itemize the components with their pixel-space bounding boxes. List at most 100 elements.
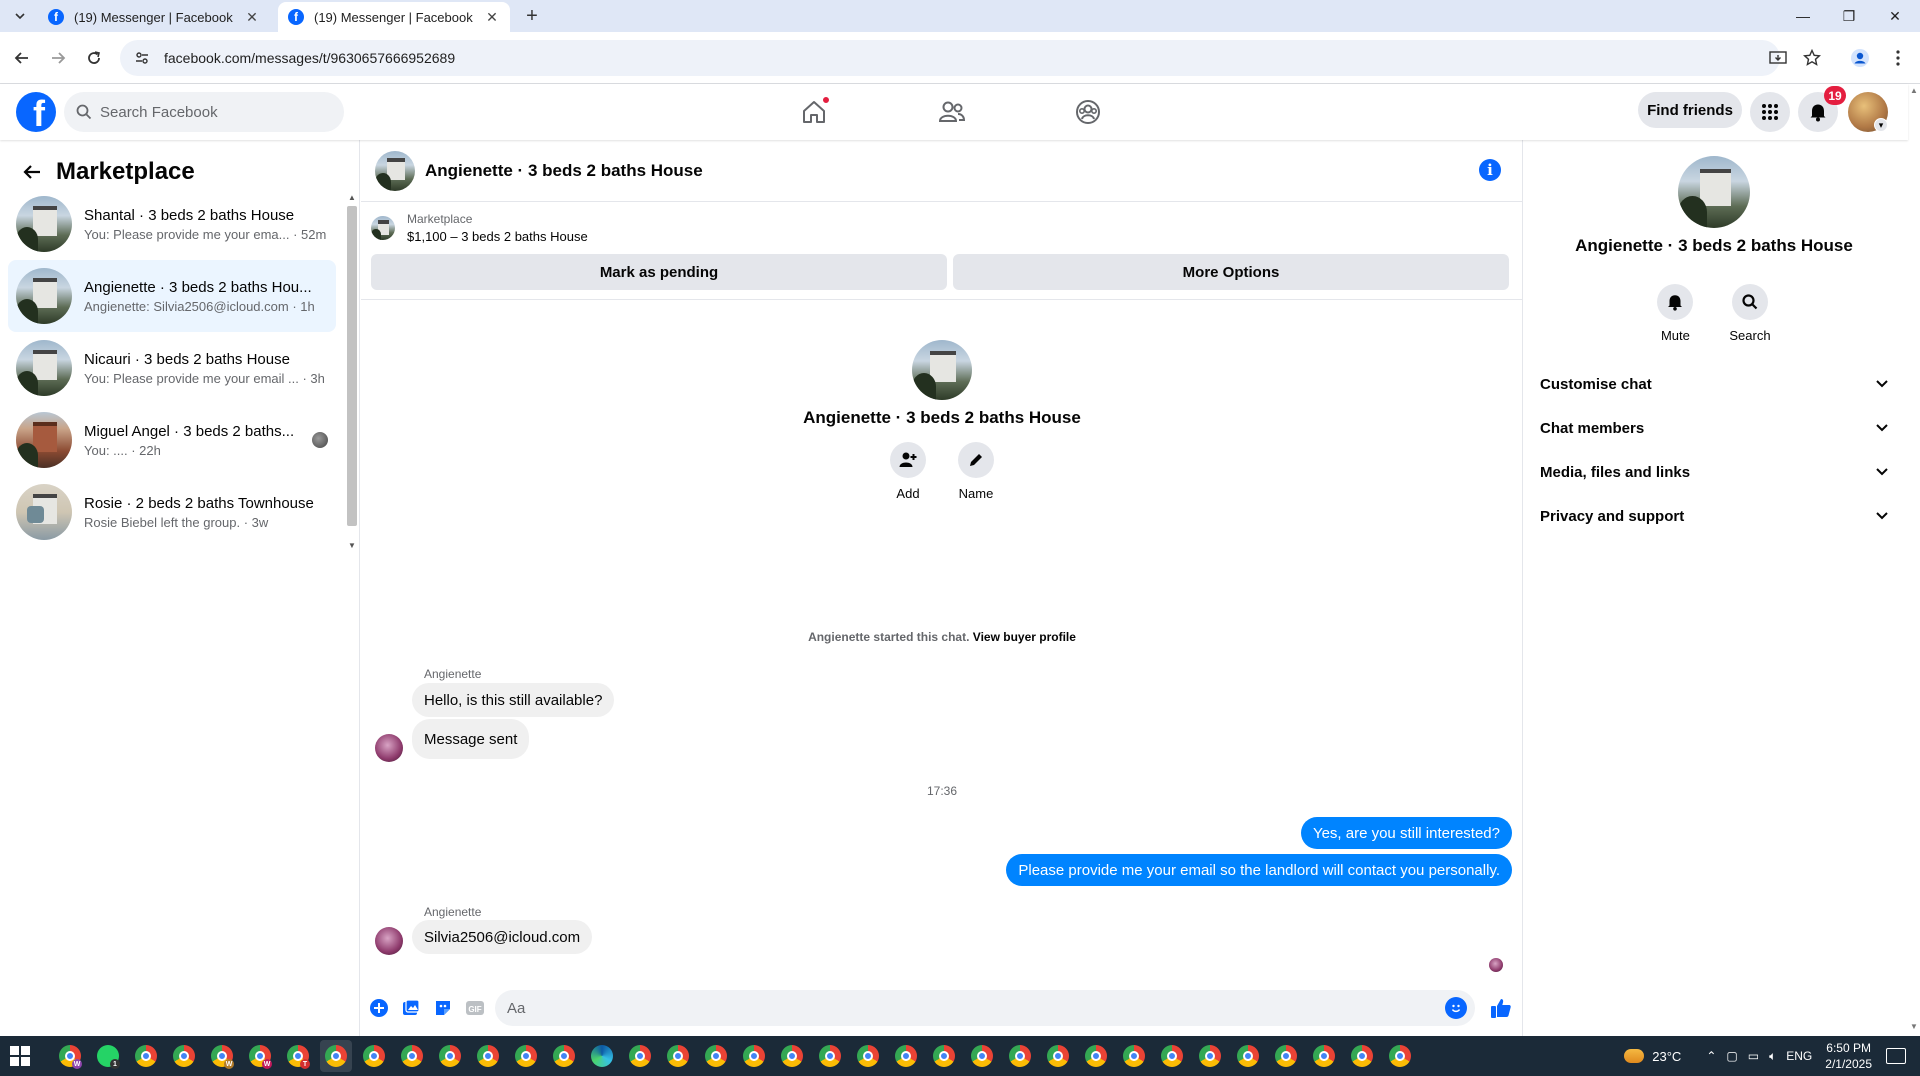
chrome-app-icon-active[interactable] [320,1040,352,1072]
edit-name-button[interactable]: Name [958,442,994,501]
sticker-button[interactable] [431,996,455,1020]
forward-button[interactable] [44,44,72,72]
chat-title[interactable]: Angienette · 3 beds 2 baths House [425,161,703,181]
facebook-search[interactable] [64,92,344,132]
chrome-app-icon[interactable] [738,1040,770,1072]
scroll-up-arrow-icon[interactable]: ▲ [1908,86,1920,95]
close-tab-icon[interactable]: ✕ [484,9,500,25]
customise-chat-section[interactable]: Customise chat [1540,362,1896,406]
incoming-message[interactable]: Silvia2506@icloud.com [412,920,593,954]
chrome-app-icon[interactable] [358,1040,390,1072]
account-menu-chevron-icon[interactable]: ▾ [1874,118,1888,132]
language-indicator[interactable]: ENG [1786,1049,1812,1063]
attach-media-button[interactable] [399,996,423,1020]
chrome-app-icon[interactable] [1194,1040,1226,1072]
outgoing-message[interactable]: Yes, are you still interested? [1300,817,1512,849]
incoming-message[interactable]: Message sent [412,719,530,759]
chrome-app-icon[interactable] [130,1040,162,1072]
message-input-wrap[interactable] [495,990,1475,1026]
chrome-app-icon[interactable] [776,1040,808,1072]
chrome-app-icon[interactable] [1308,1040,1340,1072]
scrollbar-thumb[interactable] [347,206,357,526]
chrome-app-icon[interactable] [1346,1040,1378,1072]
chrome-app-icon[interactable] [852,1040,884,1072]
home-nav-button[interactable] [794,94,834,130]
scroll-up-arrow-icon[interactable]: ▲ [346,192,358,202]
groups-nav-button[interactable] [1068,94,1108,130]
whatsapp-app-icon[interactable]: 1 [92,1040,124,1072]
incoming-message[interactable]: Hello, is this still available? [412,683,615,717]
search-input[interactable] [100,103,320,121]
search-in-chat-button[interactable]: Search [1729,284,1771,343]
chrome-app-icon[interactable] [966,1040,998,1072]
scroll-down-arrow-icon[interactable]: ▼ [346,540,358,550]
conversation-item[interactable]: Miguel Angel · 3 beds 2 baths... You: ..… [8,404,336,476]
edge-app-icon[interactable] [586,1040,618,1072]
conversation-item-selected[interactable]: Angienette · 3 beds 2 baths Hou... Angie… [8,260,336,332]
sender-avatar[interactable] [375,734,403,762]
volume-icon[interactable]: 🔈︎ [1769,1049,1776,1064]
mute-button[interactable]: Mute [1657,284,1694,343]
message-input[interactable] [507,999,1407,1017]
view-buyer-profile-link[interactable]: View buyer profile [973,630,1076,644]
site-info-icon[interactable] [134,50,150,66]
conversation-item[interactable]: Rosie · 2 beds 2 baths Townhouse Rosie B… [8,476,336,548]
chrome-app-icon[interactable]: W [206,1040,238,1072]
browser-profile-icon[interactable] [1846,44,1874,72]
conversation-item[interactable]: Shantal · 3 beds 2 baths House You: Plea… [8,188,336,260]
chat-members-section[interactable]: Chat members [1540,406,1896,450]
chrome-app-icon[interactable]: W [244,1040,276,1072]
chrome-app-icon[interactable] [928,1040,960,1072]
like-button[interactable] [1489,996,1513,1020]
weather-widget[interactable]: 23°C [1624,1049,1681,1064]
chrome-app-icon[interactable] [1384,1040,1416,1072]
notifications-button[interactable]: 19 [1798,86,1846,132]
new-tab-button[interactable]: + [520,4,544,28]
more-options-button[interactable]: More Options [953,254,1509,290]
chrome-app-icon[interactable] [890,1040,922,1072]
chrome-app-icon[interactable] [700,1040,732,1072]
find-friends-button[interactable]: Find friends [1638,92,1742,128]
install-app-icon[interactable] [1764,44,1792,72]
menu-grid-button[interactable] [1750,92,1790,132]
browser-tab[interactable]: f (19) Messenger | Facebook ✕ [38,2,270,32]
chrome-app-icon[interactable]: W [54,1040,86,1072]
chrome-app-icon[interactable] [548,1040,580,1072]
browser-menu-icon[interactable] [1884,44,1912,72]
chrome-app-icon[interactable] [168,1040,200,1072]
sender-avatar[interactable] [375,927,403,955]
scroll-down-arrow-icon[interactable]: ▼ [1908,1022,1920,1031]
close-window-button[interactable]: ✕ [1872,0,1918,32]
meet-now-icon[interactable]: ▢ [1726,1049,1737,1063]
outgoing-message[interactable]: Please provide me your email so the land… [1006,854,1512,886]
more-actions-button[interactable] [367,996,391,1020]
chrome-app-icon[interactable] [510,1040,542,1072]
chrome-app-icon[interactable]: T [282,1040,314,1072]
back-button[interactable] [8,44,36,72]
chrome-app-icon[interactable] [472,1040,504,1072]
conversation-item[interactable]: Nicauri · 3 beds 2 baths House You: Plea… [8,332,336,404]
emoji-icon[interactable] [1445,997,1467,1019]
chrome-app-icon[interactable] [1156,1040,1188,1072]
friends-nav-button[interactable] [932,94,972,130]
page-scrollbar[interactable]: ▲ ▼ [1908,84,1920,1036]
media-files-links-section[interactable]: Media, files and links [1540,450,1896,494]
windows-start-icon[interactable] [10,1046,30,1066]
chrome-app-icon[interactable] [1080,1040,1112,1072]
clock[interactable]: 6:50 PM 2/1/2025 [1825,1040,1872,1072]
gif-button[interactable]: GIF [463,996,487,1020]
sidebar-scrollbar[interactable]: ▲ ▼ [344,192,358,552]
info-icon[interactable]: i [1479,159,1501,181]
mark-pending-button[interactable]: Mark as pending [371,254,947,290]
chrome-app-icon[interactable] [814,1040,846,1072]
chevron-up-icon[interactable]: ⌃ [1706,1049,1716,1063]
close-tab-icon[interactable]: ✕ [244,9,260,25]
chrome-app-icon[interactable] [434,1040,466,1072]
notification-center-icon[interactable] [1886,1048,1906,1064]
chrome-app-icon[interactable] [662,1040,694,1072]
chrome-app-icon[interactable] [1004,1040,1036,1072]
back-arrow-button[interactable] [16,156,48,188]
restore-button[interactable]: ❐ [1826,0,1872,32]
chrome-app-icon[interactable] [624,1040,656,1072]
address-bar[interactable]: facebook.com/messages/t/9630657666952689 [120,40,1780,76]
